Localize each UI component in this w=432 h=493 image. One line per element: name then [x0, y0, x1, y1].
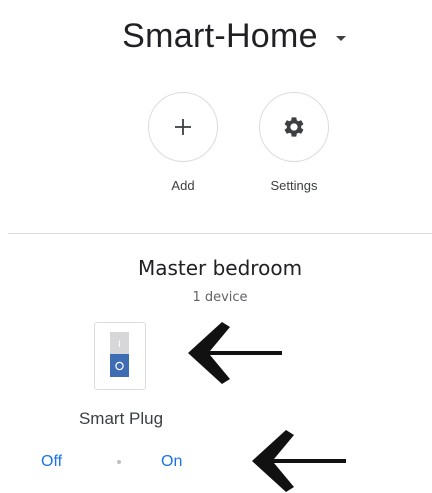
- add-button-circle[interactable]: [148, 92, 218, 162]
- settings-button-circle[interactable]: [259, 92, 329, 162]
- room-name: Master bedroom: [137, 256, 303, 280]
- section-divider: [8, 233, 432, 234]
- left-arrow-icon: [252, 430, 346, 492]
- smart-plug-card[interactable]: I: [94, 322, 146, 390]
- left-arrow-icon: [188, 322, 282, 384]
- plus-icon: [175, 119, 191, 135]
- device-name: Smart Plug: [78, 409, 164, 428]
- gear-icon: [284, 117, 304, 137]
- home-name: Smart-Home: [122, 16, 318, 55]
- add-button[interactable]: Add: [138, 92, 228, 193]
- on-button[interactable]: On: [161, 453, 182, 471]
- control-separator-dot: [117, 460, 121, 464]
- settings-label: Settings: [270, 178, 318, 193]
- home-header: Smart-Home: [0, 14, 432, 58]
- caret-down-icon: [335, 35, 346, 41]
- add-label: Add: [171, 178, 195, 193]
- smart-plug-switch-icon: I: [110, 332, 129, 377]
- off-button[interactable]: Off: [41, 453, 62, 471]
- room-device-count: 1 device: [192, 290, 248, 305]
- switch-top-symbol: I: [118, 340, 121, 350]
- settings-button[interactable]: Settings: [249, 92, 339, 193]
- home-selector[interactable]: Smart-Home: [122, 17, 346, 56]
